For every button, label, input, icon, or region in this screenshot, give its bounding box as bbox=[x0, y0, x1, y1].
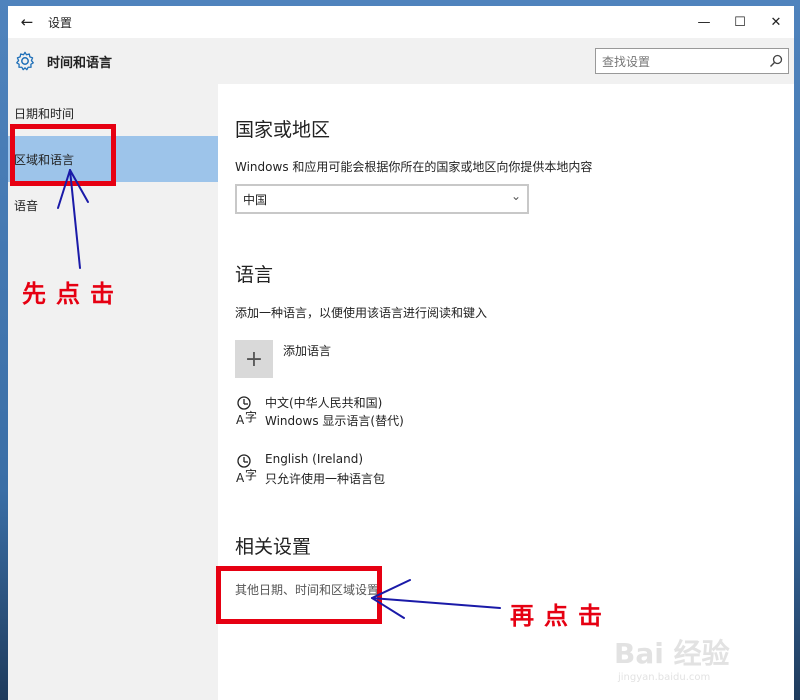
page-title: 时间和语言 bbox=[47, 56, 113, 71]
title-bar: ← 设置 — ☐ ✕ bbox=[8, 6, 794, 38]
language-description: 添加一种语言，以便使用该语言进行阅读和键入 bbox=[235, 306, 488, 320]
language-status: Windows 显示语言(替代) bbox=[265, 414, 404, 428]
search-box[interactable] bbox=[595, 48, 789, 75]
page-header: 时间和语言 bbox=[8, 38, 794, 84]
baidu-watermark: Bai 经验 jingyan.baidu.com bbox=[614, 632, 794, 692]
sidebar-item-label: 区域和语言 bbox=[14, 152, 75, 167]
language-heading: 语言 bbox=[235, 264, 274, 286]
language-name: English (Ireland) bbox=[265, 452, 364, 466]
watermark-url: jingyan.baidu.com bbox=[618, 672, 711, 683]
sidebar-item-date-time[interactable]: 日期和时间 bbox=[8, 90, 218, 136]
language-icon: A 字 bbox=[236, 454, 257, 485]
region-heading: 国家或地区 bbox=[235, 119, 331, 141]
language-item-english[interactable]: A 字 English (Ireland) 只允许使用一种语言包 bbox=[235, 452, 535, 492]
language-icon: A 字 bbox=[236, 396, 257, 427]
maximize-icon[interactable]: ☐ bbox=[722, 6, 758, 38]
watermark-logo: Bai 经验 bbox=[614, 637, 730, 670]
sidebar-item-speech[interactable]: 语音 bbox=[8, 182, 218, 228]
svg-text:A: A bbox=[236, 471, 245, 485]
sidebar-item-label: 日期和时间 bbox=[14, 106, 75, 121]
plus-icon: + bbox=[235, 340, 273, 378]
gear-icon bbox=[16, 51, 34, 71]
add-language-button[interactable]: + 添加语言 bbox=[235, 340, 445, 378]
settings-window: ← 设置 — ☐ ✕ 时间和语言 日期和时间 区域和语言 语音 bbox=[8, 6, 794, 700]
search-input[interactable] bbox=[596, 49, 774, 75]
window-title: 设置 bbox=[48, 15, 73, 30]
svg-text:A: A bbox=[236, 413, 245, 427]
svg-text:字: 字 bbox=[245, 467, 257, 482]
svg-text:字: 字 bbox=[245, 409, 257, 424]
search-icon[interactable] bbox=[768, 53, 784, 69]
language-item-chinese[interactable]: A 字 中文(中华人民共和国) Windows 显示语言(替代) bbox=[235, 394, 535, 434]
chevron-down-icon: ⌄ bbox=[510, 189, 521, 203]
annotation-then-click: 再点击 bbox=[510, 602, 612, 630]
window-controls: — ☐ ✕ bbox=[686, 6, 794, 38]
sidebar-item-region-language[interactable]: 区域和语言 bbox=[8, 136, 218, 182]
other-date-time-region-link[interactable]: 其他日期、时间和区域设置 bbox=[235, 581, 379, 598]
sidebar: 日期和时间 区域和语言 语音 bbox=[8, 84, 218, 700]
region-description: Windows 和应用可能会根据你所在的国家或地区向你提供本地内容 bbox=[235, 160, 593, 174]
related-settings-heading: 相关设置 bbox=[235, 536, 312, 558]
minimize-icon[interactable]: — bbox=[686, 6, 722, 38]
language-name: 中文(中华人民共和国) bbox=[265, 396, 383, 410]
language-status: 只允许使用一种语言包 bbox=[265, 472, 386, 486]
add-language-label: 添加语言 bbox=[283, 344, 332, 358]
country-select-value: 中国 bbox=[243, 193, 268, 207]
main-content: 国家或地区 Windows 和应用可能会根据你所在的国家或地区向你提供本地内容 … bbox=[218, 84, 794, 700]
close-icon[interactable]: ✕ bbox=[758, 6, 794, 38]
annotation-first-click: 先点击 bbox=[22, 280, 124, 308]
back-arrow-icon[interactable]: ← bbox=[12, 6, 42, 38]
country-select[interactable]: 中国 ⌄ bbox=[235, 184, 529, 214]
sidebar-item-label: 语音 bbox=[14, 198, 39, 213]
